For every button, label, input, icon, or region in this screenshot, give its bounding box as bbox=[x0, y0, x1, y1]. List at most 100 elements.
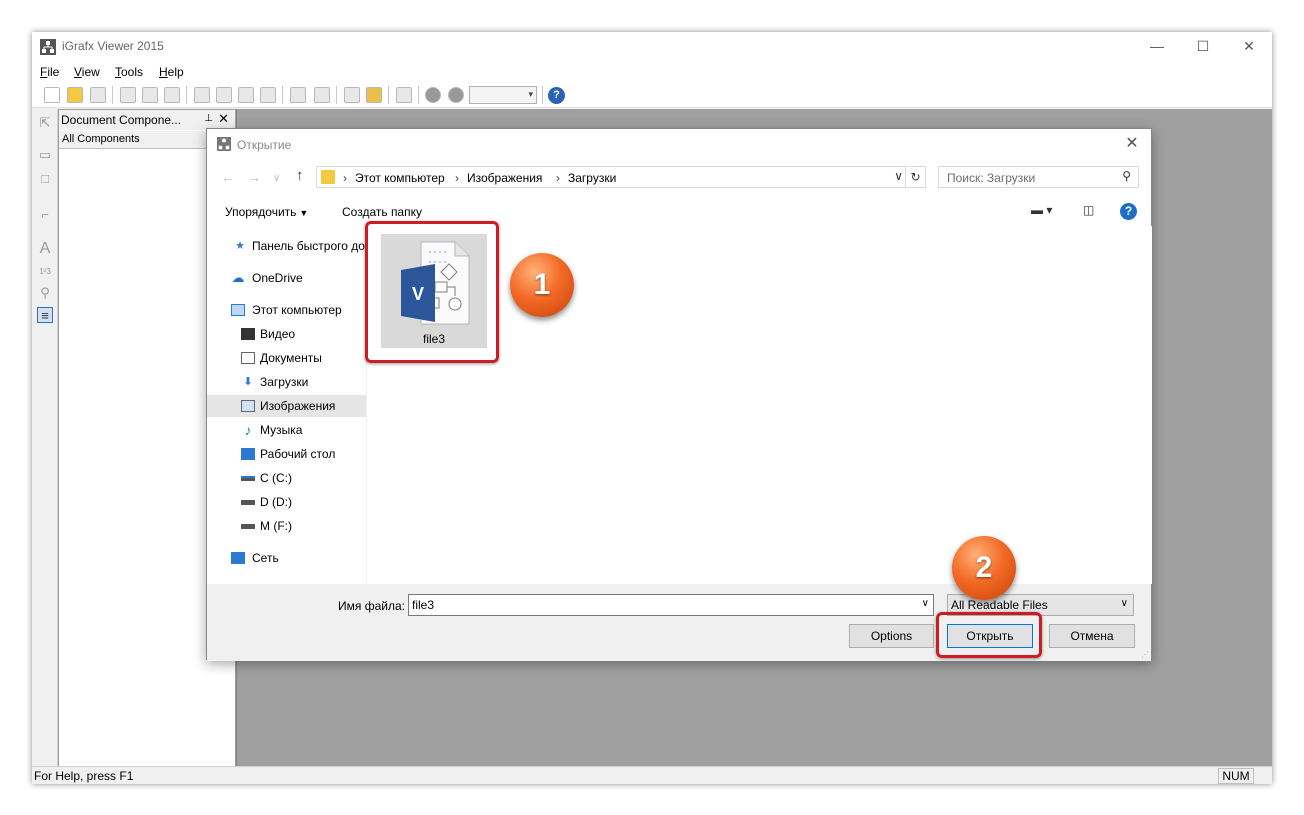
nav-drive-d[interactable]: D (D:) bbox=[207, 491, 366, 513]
menu-bar: File View Tools Help bbox=[32, 61, 1272, 83]
copy-icon[interactable] bbox=[216, 87, 232, 103]
print-preview-icon[interactable] bbox=[142, 87, 158, 103]
breadcrumb-separator: › bbox=[455, 171, 459, 185]
nav-drive-m[interactable]: M (F:) bbox=[207, 515, 366, 537]
nav-onedrive[interactable]: ☁ OneDrive bbox=[207, 267, 366, 289]
nav-network[interactable]: Сеть bbox=[207, 547, 366, 569]
search-icon[interactable]: ⚲ bbox=[1122, 169, 1131, 183]
toolbar-separator bbox=[112, 86, 113, 104]
refresh-icon[interactable]: ↻ bbox=[905, 167, 925, 187]
undo-icon[interactable] bbox=[290, 87, 306, 103]
video-icon bbox=[241, 328, 255, 340]
nav-drive-c[interactable]: C (C:) bbox=[207, 467, 366, 489]
toolbar-separator bbox=[282, 86, 283, 104]
back-icon[interactable] bbox=[425, 87, 441, 103]
search-box[interactable]: Поиск: Загрузки ⚲ bbox=[938, 166, 1139, 188]
rectangle-tool-icon[interactable]: □ bbox=[37, 171, 53, 187]
star-icon: ★ bbox=[235, 240, 245, 252]
print-icon[interactable] bbox=[120, 87, 136, 103]
breadcrumb-downloads[interactable]: Загрузки bbox=[568, 171, 616, 185]
chevron-down-icon[interactable]: ∨ bbox=[922, 598, 929, 609]
step-1-badge: 1 bbox=[510, 253, 574, 317]
format-painter-icon[interactable] bbox=[260, 87, 276, 103]
chevron-down-icon: ▼ bbox=[299, 208, 309, 218]
nav-documents[interactable]: Документы bbox=[207, 347, 366, 369]
igrafx-app-icon bbox=[217, 137, 231, 151]
new-folder-button[interactable]: Создать папку bbox=[342, 205, 422, 219]
nav-desktop[interactable]: Рабочий стол bbox=[207, 443, 366, 465]
nav-video[interactable]: Видео bbox=[207, 323, 366, 345]
drive-icon bbox=[241, 476, 255, 481]
music-icon: ♪ bbox=[244, 422, 252, 438]
toolbar-separator bbox=[186, 86, 187, 104]
text-tool-icon[interactable]: A bbox=[37, 241, 53, 257]
drive-icon bbox=[241, 524, 255, 529]
panel-close-icon[interactable]: ✕ bbox=[218, 111, 229, 127]
help-icon[interactable]: ? bbox=[548, 87, 565, 104]
preview-pane-icon[interactable]: ◫ bbox=[1083, 203, 1094, 217]
up-arrow-icon[interactable]: ↑ bbox=[296, 167, 304, 184]
open-folder-icon[interactable] bbox=[67, 87, 83, 103]
view-options-icon[interactable]: ▬ ▾ bbox=[1031, 203, 1052, 217]
cancel-button[interactable]: Отмена bbox=[1049, 624, 1135, 648]
filename-value: file3 bbox=[412, 598, 435, 612]
zoom-tool-icon[interactable]: ⚲ bbox=[37, 285, 53, 301]
dialog-close-button[interactable]: ✕ bbox=[1121, 133, 1143, 153]
nav-this-pc[interactable]: Этот компьютер bbox=[207, 299, 366, 321]
numbering-tool-icon[interactable]: 1²3 bbox=[37, 264, 53, 280]
menu-file[interactable]: File bbox=[40, 65, 59, 79]
breadcrumb-pictures[interactable]: Изображения bbox=[467, 171, 542, 185]
search-placeholder: Поиск: Загрузки bbox=[947, 171, 1036, 185]
new-icon[interactable] bbox=[44, 87, 60, 103]
pin-icon[interactable]: ⊥ bbox=[204, 113, 213, 124]
folder-icon bbox=[321, 170, 335, 184]
pointer-tool-icon[interactable]: ⇱ bbox=[37, 115, 53, 131]
connector-tool-icon[interactable]: ⌐ bbox=[37, 207, 53, 223]
dialog-title: Открытие bbox=[237, 138, 292, 152]
maximize-button[interactable]: ☐ bbox=[1180, 32, 1226, 61]
organize-button[interactable]: Упорядочить ▼ bbox=[225, 205, 308, 219]
back-arrow-icon[interactable]: ← bbox=[221, 169, 235, 185]
pencil-icon[interactable] bbox=[366, 87, 382, 103]
nav-pictures[interactable]: Изображения bbox=[207, 395, 366, 417]
forward-icon[interactable] bbox=[448, 87, 464, 103]
toolbar-separator bbox=[542, 86, 543, 104]
navigation-pane: ★ Панель быстрого доступа ☁ OneDrive Это… bbox=[207, 226, 367, 584]
forward-arrow-icon[interactable]: → bbox=[247, 169, 261, 185]
nav-quick-access[interactable]: ★ Панель быстрого доступа bbox=[207, 235, 366, 257]
filename-input[interactable]: file3 ∨ bbox=[408, 594, 934, 616]
options-button[interactable]: Options bbox=[849, 624, 934, 648]
menu-tools[interactable]: Tools bbox=[115, 65, 143, 79]
zoom-combo[interactable]: ▾ bbox=[469, 86, 537, 104]
toolbar-separator bbox=[418, 86, 419, 104]
nav-downloads[interactable]: ⬇ Загрузки bbox=[207, 371, 366, 393]
diagram-icon[interactable] bbox=[396, 87, 412, 103]
chevron-down-icon: ∨ bbox=[1120, 598, 1128, 609]
nav-music[interactable]: ♪ Музыка bbox=[207, 419, 366, 441]
close-window-button[interactable]: ✕ bbox=[1226, 32, 1272, 61]
save-icon[interactable] bbox=[90, 87, 106, 103]
redo-icon[interactable] bbox=[314, 87, 330, 103]
title-bar: iGrafx Viewer 2015 — ☐ ✕ bbox=[32, 32, 1272, 61]
igrafx-app-icon bbox=[40, 39, 56, 55]
menu-view[interactable]: View bbox=[74, 65, 100, 79]
status-help-text: For Help, press F1 bbox=[34, 769, 134, 783]
minimize-button[interactable]: — bbox=[1134, 32, 1180, 61]
recent-chevron-icon[interactable]: ∨ bbox=[273, 173, 280, 184]
address-dropdown-icon[interactable]: ∨ bbox=[894, 169, 903, 183]
spellcheck-icon[interactable] bbox=[164, 87, 180, 103]
main-toolbar: ▾ ? bbox=[32, 83, 1272, 108]
breadcrumb-this-pc[interactable]: Этот компьютер bbox=[355, 171, 445, 185]
shape-tool-icon[interactable]: ▭ bbox=[37, 147, 53, 163]
menu-help[interactable]: Help bbox=[159, 65, 184, 79]
stamp-icon[interactable] bbox=[344, 87, 360, 103]
cloud-icon: ☁ bbox=[231, 270, 245, 285]
address-bar[interactable]: › Этот компьютер › Изображения › Загрузк… bbox=[316, 166, 926, 188]
cut-icon[interactable] bbox=[194, 87, 210, 103]
dialog-help-icon[interactable]: ? bbox=[1120, 203, 1137, 220]
resize-grip-icon[interactable]: ⋰ bbox=[1141, 650, 1149, 659]
paste-icon[interactable] bbox=[238, 87, 254, 103]
dialog-title-bar: Открытие ✕ bbox=[207, 129, 1151, 159]
notes-tool-icon[interactable]: ≡ bbox=[37, 307, 53, 323]
window-title: iGrafx Viewer 2015 bbox=[62, 39, 164, 53]
